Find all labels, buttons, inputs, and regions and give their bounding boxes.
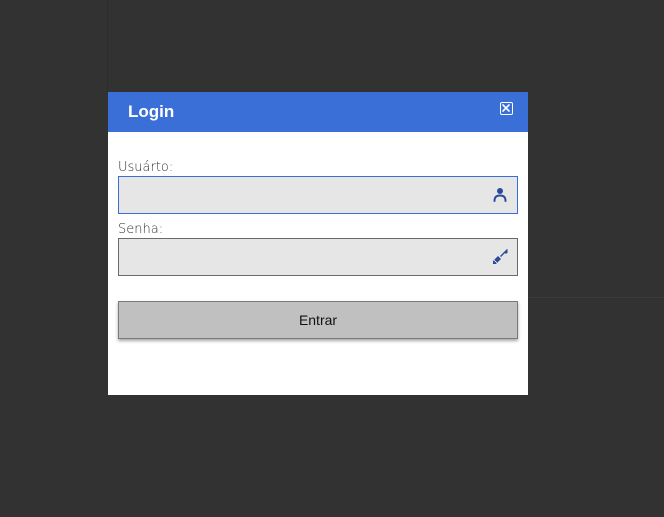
background-divider (107, 0, 108, 92)
username-label: Usuárto: (118, 160, 174, 175)
username-field[interactable] (118, 176, 518, 214)
dialog-title: Login (128, 102, 175, 121)
background-divider (528, 297, 664, 298)
password-input[interactable] (119, 239, 479, 275)
password-label: Senha: (118, 222, 164, 237)
close-button[interactable] (500, 102, 513, 115)
login-dialog: Login Usuárto: Senha: Entrar (108, 92, 528, 395)
login-button[interactable]: Entrar (118, 301, 518, 339)
username-input[interactable] (119, 177, 479, 213)
user-icon (493, 188, 507, 202)
dialog-titlebar: Login (108, 92, 528, 132)
password-field[interactable] (118, 238, 518, 276)
close-icon (502, 104, 510, 112)
key-icon (493, 249, 508, 264)
